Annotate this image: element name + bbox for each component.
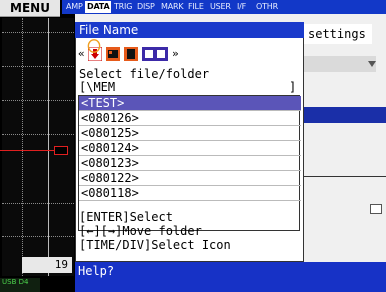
dialog-prompt: Select file/folder [79,67,210,81]
hint-move-folder: [←][→]Move folder [79,224,202,238]
highlight-circle-icon [87,39,101,53]
hint-select: [ENTER]Select [79,210,173,224]
memory-icon[interactable] [106,46,120,61]
file-list-item[interactable]: <080124> [79,141,301,156]
chevron-down-icon [368,61,376,67]
dialog-title: File Name [75,22,304,38]
settings-dropdown[interactable] [304,56,376,72]
file-list-item[interactable]: <080125> [79,126,301,141]
tab-othr[interactable]: OTHR [256,1,278,13]
usb-label: USB [2,278,17,286]
network-icon[interactable] [142,46,168,61]
menu-button[interactable]: MENU [0,0,60,17]
tab-user[interactable]: USER [210,1,231,13]
scroll-handle[interactable] [370,204,382,214]
tab-trig[interactable]: TRIG [114,1,132,13]
file-icon[interactable] [124,46,138,61]
tab-file[interactable]: FILE [188,1,204,13]
nav-next-icon[interactable]: » [172,47,179,61]
tab-data[interactable]: DATA [85,1,112,13]
waveform-trace [0,150,56,151]
file-list-item[interactable]: <080123> [79,156,301,171]
trace-marker[interactable] [54,146,68,155]
tab-mark[interactable]: MARK [161,1,184,13]
tab-if[interactable]: I/F [237,1,246,13]
highlighted-setting-row[interactable] [304,107,386,123]
icon-toolbar: « » [78,39,188,63]
settings-label: settings [304,24,372,44]
file-list-item[interactable]: <080118> [79,186,301,201]
file-list-item[interactable]: <080126> [79,111,301,126]
usb-status-text: USB D4 [2,279,28,286]
current-path-close: ] [289,80,297,94]
row-number: 19 [22,257,72,273]
hint-select-icon: [TIME/DIV]Select Icon [79,238,231,252]
help-label: Help? [78,264,115,278]
drive-label: D4 [18,278,29,286]
file-list-item[interactable]: <080122> [79,171,301,186]
file-list-item[interactable]: <TEST> [79,96,301,111]
tab-amp[interactable]: AMP [66,1,83,13]
help-bar [75,262,386,292]
current-path: [\MEM [79,80,116,94]
divider [304,176,386,177]
tab-disp[interactable]: DISP [137,1,155,13]
tab-strip: AMP DATA TRIG DISP MARK FILE USER I/F OT… [62,0,386,14]
